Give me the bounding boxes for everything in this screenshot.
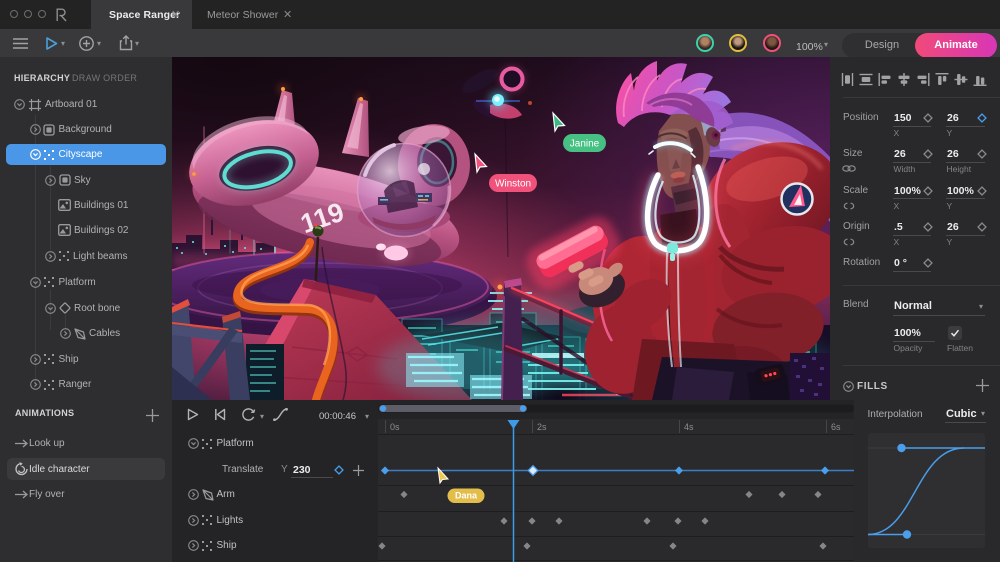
svg-text:Winston: Winston bbox=[495, 179, 531, 190]
svg-text:Dana: Dana bbox=[455, 491, 478, 501]
svg-text:0s: 0s bbox=[390, 422, 400, 432]
svg-text:6s: 6s bbox=[831, 422, 841, 432]
svg-text:4s: 4s bbox=[684, 422, 694, 432]
svg-text:Janine: Janine bbox=[570, 139, 600, 150]
svg-text:2s: 2s bbox=[537, 422, 547, 432]
